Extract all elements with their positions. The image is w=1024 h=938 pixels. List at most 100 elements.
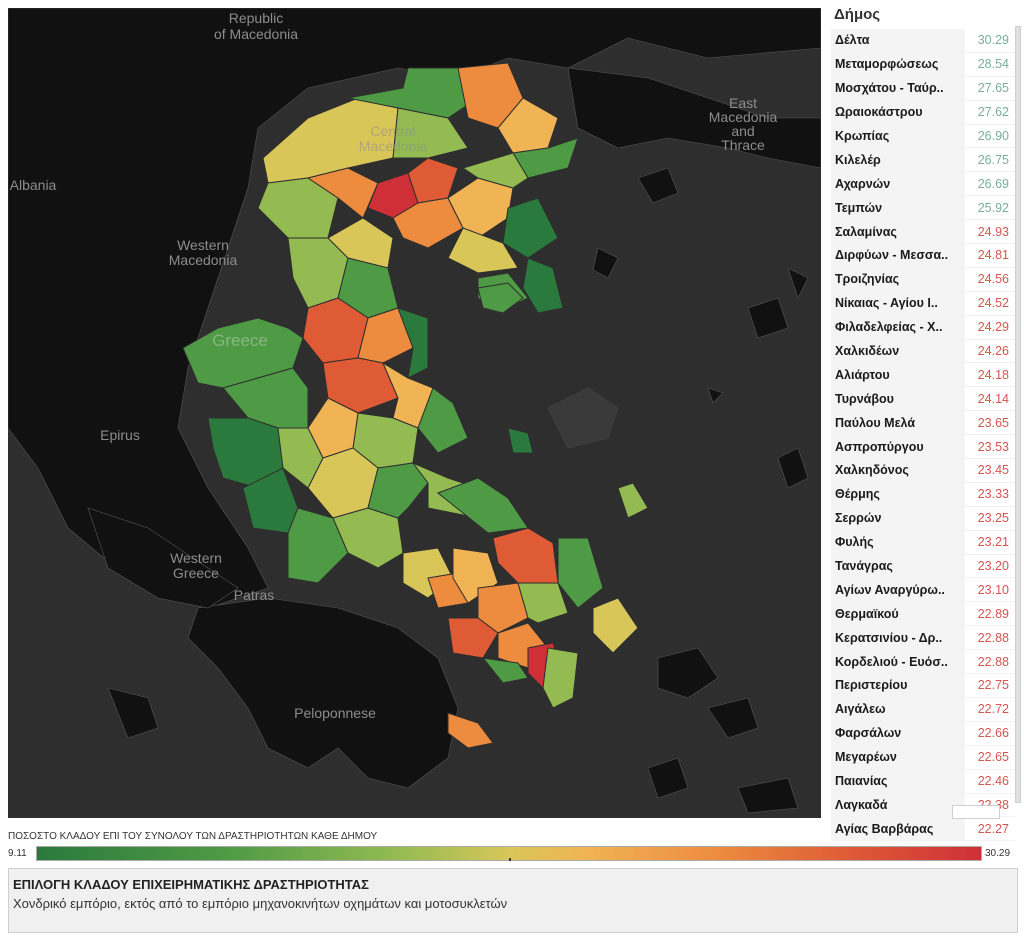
ranking-row[interactable]: Φυλής 23.21: [831, 530, 1015, 555]
ranking-row[interactable]: Θέρμης 23.33: [831, 482, 1015, 507]
municipality-value: 24.18: [977, 367, 1009, 382]
municipality-name: Κρωπίας: [831, 124, 965, 148]
ranking-row[interactable]: Χαλκηδόνος 23.45: [831, 459, 1015, 483]
municipality-value: 23.25: [977, 511, 1009, 526]
municipality-name: Φυλής: [831, 530, 965, 554]
ranking-row[interactable]: Αιγάλεω 22.72: [831, 697, 1015, 722]
municipality-name: Φαρσάλων: [831, 721, 965, 745]
legend-min-value: 9.11: [8, 848, 27, 859]
ranking-row[interactable]: Τανάγρας 23.20: [831, 554, 1015, 579]
filter-box[interactable]: ΕΠΙΛΟΓΗ ΚΛΑΔΟΥ ΕΠΙΧΕΙΡΗΜΑΤΙΚΗΣ ΔΡΑΣΤΗΡΙΟ…: [8, 868, 1018, 933]
municipality-region[interactable]: [332, 507, 404, 569]
municipality-value: 26.75: [977, 152, 1009, 167]
ranking-row[interactable]: Αλιάρτου 24.18: [831, 363, 1015, 388]
ranking-row[interactable]: Χαλκιδέων 24.26: [831, 339, 1015, 364]
municipality-value: 24.14: [977, 391, 1009, 406]
ranking-row[interactable]: Κερατσινίου - Δρ.. 22.88: [831, 626, 1015, 651]
municipality-value: 24.81: [977, 248, 1009, 263]
ranking-row[interactable]: Φιλαδελφείας - Χ.. 24.29: [831, 315, 1015, 340]
ranking-row[interactable]: Περιστερίου 22.75: [831, 674, 1015, 698]
ranking-row[interactable]: Τροιζηνίας 24.56: [831, 267, 1015, 292]
municipality-name: Θερμαϊκού: [831, 602, 965, 626]
ranking-panel[interactable]: Δήμος Δέλτα 30.29 Μεταμορφώσεως 28.54 Μοσχάτ…: [828, 6, 1021, 842]
municipality-region[interactable]: [592, 597, 639, 654]
ranking-row[interactable]: Αχαρνών 26.69: [831, 172, 1015, 197]
scrollbar-thumb[interactable]: [952, 805, 1000, 819]
municipality-region[interactable]: [617, 482, 649, 519]
municipality-value: 27.65: [977, 81, 1009, 96]
municipality-value: 23.10: [977, 582, 1009, 597]
municipality-name: Σαλαμίνας: [831, 220, 965, 244]
municipality-name: Λαγκαδά: [831, 793, 965, 817]
municipality-region[interactable]: [507, 427, 534, 454]
scrollbar[interactable]: [1015, 26, 1021, 803]
municipality-value: 22.46: [977, 774, 1009, 789]
ranking-row[interactable]: Ωραιοκάστρου 27.62: [831, 100, 1015, 125]
ranking-row[interactable]: Φαρσάλων 22.66: [831, 721, 1015, 746]
ranking-row[interactable]: Κορδελιού - Ευόσ.. 22.88: [831, 650, 1015, 675]
ranking-row[interactable]: Μεγαρέων 22.65: [831, 745, 1015, 770]
municipality-value: 27.62: [977, 105, 1009, 120]
municipality-value: 23.21: [977, 535, 1009, 550]
municipality-region[interactable]: [542, 647, 579, 709]
municipality-name: Σερρών: [831, 506, 965, 530]
municipality-name: Αγίων Αναργύρω..: [831, 578, 965, 602]
filter-selected-value[interactable]: Χονδρικό εμπόριο, εκτός από το εμπόριο μ…: [13, 896, 507, 911]
municipality-value: 22.66: [977, 726, 1009, 741]
ranking-row[interactable]: Παύλου Μελά 23.65: [831, 411, 1015, 436]
ranking-row[interactable]: Σερρών 23.25: [831, 506, 1015, 531]
municipality-name: Κερατσινίου - Δρ..: [831, 626, 965, 650]
ranking-row[interactable]: Τεμπών 25.92: [831, 196, 1015, 221]
municipality-value: 25.92: [977, 200, 1009, 215]
municipality-region[interactable]: [447, 712, 494, 749]
municipality-name: Τροιζηνίας: [831, 267, 965, 291]
municipality-value: 23.20: [977, 559, 1009, 574]
municipality-region[interactable]: [492, 527, 559, 584]
filter-title: ΕΠΙΛΟΓΗ ΚΛΑΔΟΥ ΕΠΙΧΕΙΡΗΜΑΤΙΚΗΣ ΔΡΑΣΤΗΡΙΟ…: [13, 877, 369, 892]
map-label-epirus: Epirus: [100, 427, 140, 443]
municipality-value: 24.52: [977, 296, 1009, 311]
municipality-value: 23.53: [977, 439, 1009, 454]
municipality-name: Περιστερίου: [831, 674, 965, 697]
municipality-region[interactable]: [522, 257, 564, 314]
ranking-row[interactable]: Θερμαϊκού 22.89: [831, 602, 1015, 627]
municipality-name: Αχαρνών: [831, 172, 965, 196]
municipality-value: 22.89: [977, 606, 1009, 621]
ranking-row[interactable]: Διρφύων - Μεσσα.. 24.81: [831, 244, 1015, 268]
municipality-value: 24.56: [977, 272, 1009, 287]
ranking-row[interactable]: Τυρνάβου 24.14: [831, 387, 1015, 412]
municipality-name: Αλιάρτου: [831, 363, 965, 387]
ranking-row[interactable]: Σαλαμίνας 24.93: [831, 220, 1015, 245]
ranking-row[interactable]: Ασπροπύργου 23.53: [831, 435, 1015, 460]
ranking-row[interactable]: Κρωπίας 26.90: [831, 124, 1015, 149]
ranking-list[interactable]: Δέλτα 30.29 Μεταμορφώσεως 28.54 Μοσχάτου - Τ…: [831, 29, 1015, 842]
map-canvas[interactable]: Republic of Macedonia Albania Western Mace…: [8, 8, 821, 818]
ranking-row[interactable]: Αγίας Βαρβάρας 22.27: [831, 817, 1015, 842]
municipality-name: Χαλκηδόνος: [831, 459, 965, 482]
choropleth-map[interactable]: Republic of Macedonia Albania Western Mace…: [8, 8, 821, 818]
map-label-western-greece: Western Greece: [170, 550, 222, 581]
municipality-value: 24.29: [977, 320, 1009, 335]
panel-header: Δήμος: [834, 6, 881, 23]
municipality-region[interactable]: [557, 537, 604, 609]
municipality-name: Τεμπών: [831, 196, 965, 220]
municipality-name: Θέρμης: [831, 482, 965, 506]
ranking-row[interactable]: Μοσχάτου - Ταύρ.. 27.65: [831, 76, 1015, 101]
map-label-western-macedonia: Western Macedonia: [169, 237, 238, 268]
municipality-name: Μεγαρέων: [831, 745, 965, 769]
ranking-row[interactable]: Αγίων Αναργύρω.. 23.10: [831, 578, 1015, 603]
ranking-row[interactable]: Μεταμορφώσεως 28.54: [831, 52, 1015, 77]
legend-max-value: 30.29: [985, 848, 1011, 859]
ranking-row[interactable]: Κιλελέρ 26.75: [831, 148, 1015, 173]
municipality-name: Ασπροπύργου: [831, 435, 965, 459]
municipality-name: Μεταμορφώσεως: [831, 52, 965, 76]
ranking-row[interactable]: Παιανίας 22.46: [831, 769, 1015, 794]
ranking-row[interactable]: Νίκαιας - Αγίου Ι.. 24.52: [831, 291, 1015, 316]
municipality-value: 23.45: [977, 463, 1009, 478]
land-east-macedonia: [567, 67, 821, 169]
municipality-region[interactable]: [502, 197, 559, 259]
municipality-value: 22.27: [977, 821, 1009, 836]
municipality-value: 24.26: [977, 344, 1009, 359]
municipality-value: 22.72: [977, 702, 1009, 717]
ranking-row[interactable]: Δέλτα 30.29: [831, 29, 1015, 53]
